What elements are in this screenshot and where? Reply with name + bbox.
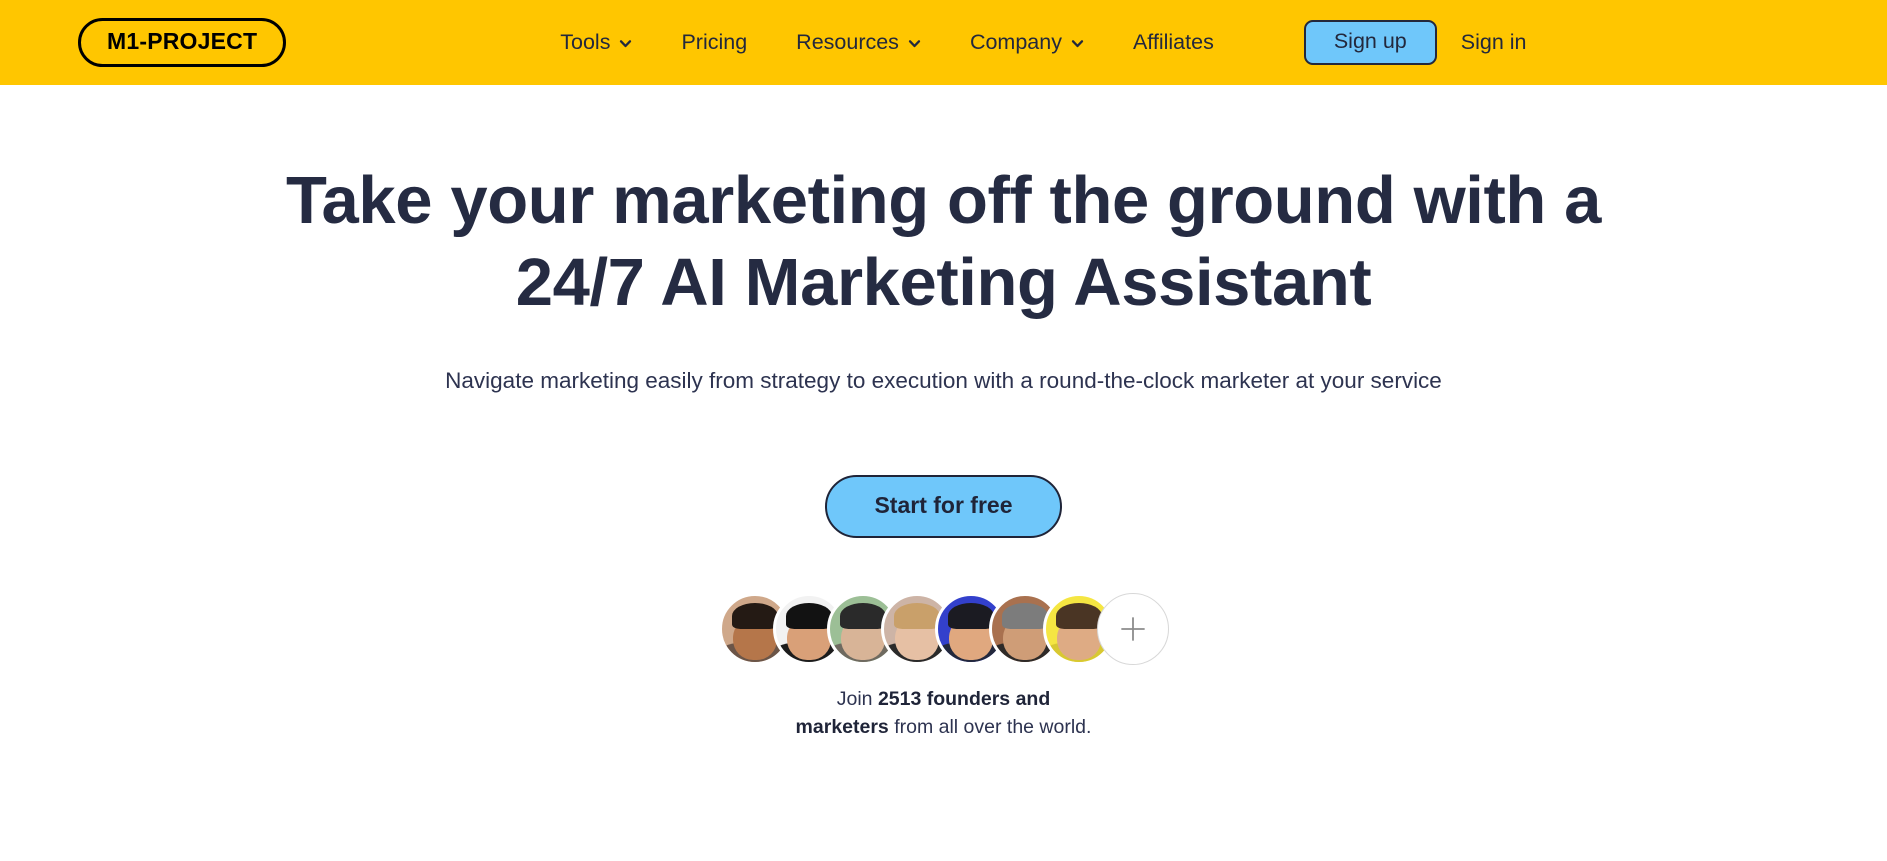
avatar-shape	[731, 602, 778, 629]
avatar-shape	[893, 602, 940, 629]
chevron-down-icon	[908, 37, 921, 50]
site-header: M1-PROJECT Tools Pricing Resources Compa…	[0, 0, 1887, 85]
avatar-shape	[839, 602, 886, 629]
nav-item-resources[interactable]: Resources	[796, 29, 921, 54]
chevron-down-icon	[1071, 37, 1084, 50]
auth-actions: Sign up Sign in	[1303, 19, 1527, 66]
hero-section: Take your marketing off the ground with …	[0, 85, 1887, 742]
chevron-down-icon	[619, 37, 632, 50]
hero-subtitle: Navigate marketing easily from strategy …	[445, 368, 1442, 394]
nav-label: Tools	[560, 29, 611, 54]
avatar-group	[0, 592, 1887, 665]
logo[interactable]: M1-PROJECT	[78, 18, 287, 67]
add-more-avatars-button[interactable]	[1096, 592, 1169, 665]
headline-line-1: Take your marketing off the ground with …	[285, 163, 1602, 238]
sign-up-button[interactable]: Sign up	[1303, 19, 1437, 66]
nav-label: Affiliates	[1132, 29, 1214, 54]
avatar-shape	[1001, 602, 1048, 629]
nav-label: Resources	[796, 29, 899, 54]
nav-item-affiliates[interactable]: Affiliates	[1132, 29, 1214, 54]
cta-container: Start for free	[0, 474, 1887, 538]
avatar-shape	[947, 602, 994, 629]
plus-icon	[1120, 617, 1145, 641]
nav-label: Pricing	[681, 29, 748, 54]
avatar-shape	[785, 602, 832, 629]
nav-item-company[interactable]: Company	[969, 29, 1084, 54]
social-proof-text: Join 2513 founders and marketers from al…	[794, 685, 1094, 742]
start-for-free-button[interactable]: Start for free	[825, 474, 1062, 538]
social-proof-prefix: Join	[836, 687, 878, 710]
nav-label: Company	[969, 29, 1062, 54]
social-proof-suffix: from all over the world.	[888, 716, 1092, 739]
page-title: Take your marketing off the ground with …	[134, 160, 1754, 323]
avatar-shape	[1055, 602, 1102, 629]
main-navigation: Tools Pricing Resources Company Affiliat…	[560, 29, 1214, 54]
sign-in-link[interactable]: Sign in	[1461, 31, 1527, 54]
nav-item-pricing[interactable]: Pricing	[681, 29, 748, 54]
nav-item-tools[interactable]: Tools	[560, 29, 632, 54]
headline-line-2: 24/7 AI Marketing Assistant	[515, 244, 1372, 320]
